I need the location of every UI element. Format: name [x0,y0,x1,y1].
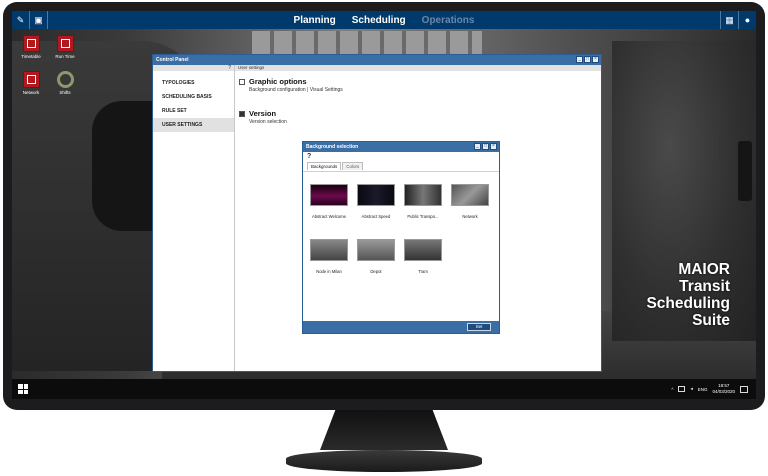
control-panel-title[interactable]: Control Panel [153,55,601,65]
dialog-window-controls: _ □ × [474,143,497,150]
chat-icon[interactable]: ▣ [30,11,48,29]
brand-line: Transit [679,278,730,295]
desktop-icon-timetable[interactable]: Timetable [16,35,46,59]
sidebar-item-scheduling-basis[interactable]: SCHEDULING BASIS [153,90,234,104]
thumbnail-node-in-milan[interactable]: Node in Milan [309,239,349,274]
section-version[interactable]: Version Version selection [239,109,287,125]
thumbnail-label: Network [462,214,478,219]
desktop-icon-label: Network [22,90,40,95]
thumbnail-label: Abstract Welcome [312,214,346,219]
sidebar-item-rule-set[interactable]: RULE SET [153,104,234,118]
background-traffic-light [738,141,752,201]
version-icon [239,111,245,117]
desktop-icon-shifts[interactable]: Shifts [50,71,80,95]
clock[interactable]: 18:57 04/03/2020 [712,383,735,395]
section-subtitle[interactable]: Version selection [249,119,287,125]
nav-scheduling[interactable]: Scheduling [352,15,406,26]
sidebar-item-user-settings[interactable]: USER SETTINGS [153,118,234,132]
thumbnail-image [404,239,442,261]
sidebar-item-typologies[interactable]: TYPOLOGIES [153,76,234,90]
graphic-options-icon [239,79,245,85]
taskbar: ^ ◂ ENG 18:57 04/03/2020 [12,379,756,399]
section-subtitle[interactable]: Background configuration | Visual Settin… [249,87,343,93]
maximize-button[interactable]: □ [482,143,489,150]
brand-line: Scheduling [646,295,730,312]
monitor-foot [286,450,482,472]
shifts-icon [56,71,74,88]
monitor-neck [320,410,448,450]
thumbnail-image [404,184,442,206]
nav-operations[interactable]: Operations [422,15,475,26]
thumbnail-abstract-welcome[interactable]: Abstract Welcome [309,184,349,219]
dialog-tabs: Backgrounds Colors [307,162,364,170]
top-bar-right: ▦ ● [720,11,756,29]
thumbnail-label: Node in Milan [316,269,342,274]
desktop-icon-label: Run Time [55,54,75,59]
desktop-icon-network[interactable]: Network [16,71,46,95]
thumbnail-image [310,184,348,206]
brand-title: MAIOR Transit Scheduling Suite [646,261,730,329]
nav-planning[interactable]: Planning [294,15,336,26]
monitor: ✎ ▣ Planning Scheduling Operations ▦ ● T… [0,0,768,476]
windows-start-icon[interactable] [18,384,28,394]
thumbnail-label: Depot [370,269,382,274]
help-icon[interactable]: ? [307,153,311,160]
timetable-icon [22,35,40,52]
grid-icon[interactable]: ▦ [720,11,738,29]
thumbnail-abstract-speed[interactable]: Abstract Speed [356,184,396,219]
dialog-title[interactable]: Background selection [303,142,499,152]
system-tray: ^ ◂ ENG 18:57 04/03/2020 [671,379,748,399]
thumbnail-image [310,239,348,261]
dialog-footer: Set [303,321,499,333]
section-title: Graphic options [249,77,307,86]
thumbnail-image [357,239,395,261]
thumbnail-depot[interactable]: Depot [356,239,396,274]
thumbnail-public-transport[interactable]: Public Transpo... [403,184,443,219]
close-button[interactable]: × [490,143,497,150]
close-button[interactable]: × [592,56,599,63]
desktop-icon-label: Shifts [59,90,71,95]
brand-line: Suite [692,312,730,329]
section-title: Version [249,109,277,118]
notification-icon[interactable] [740,385,748,393]
clock-date: 04/03/2020 [712,389,735,394]
background-selection-dialog: Background selection _ □ × ? Backgrounds… [302,141,500,334]
thumbnail-image [451,184,489,206]
user-icon[interactable]: ● [738,11,756,29]
thumbnail-tram[interactable]: Tram [403,239,443,274]
top-nav: Planning Scheduling Operations [12,11,756,29]
set-button[interactable]: Set [467,323,491,331]
screen: ✎ ▣ Planning Scheduling Operations ▦ ● T… [12,11,756,399]
thumbnail-label: Tram [418,269,428,274]
network-icon [22,71,40,88]
dialog-body: ? Backgrounds Colors Abstract Welcome Ab… [303,152,499,333]
section-graphic-options[interactable]: Graphic options Background configuration… [239,77,343,93]
desktop-icon-label: Timetable [21,54,41,59]
minimize-button[interactable]: _ [474,143,481,150]
run-time-icon [56,35,74,52]
main-header: User settings [235,65,601,71]
minimize-button[interactable]: _ [576,56,583,63]
desktop-icon-run-time[interactable]: Run Time [50,35,80,59]
window-controls: _ □ × [576,56,599,63]
volume-icon[interactable]: ◂ [690,386,692,392]
brand-line: MAIOR [678,261,730,278]
tab-backgrounds[interactable]: Backgrounds [307,162,342,170]
chevron-up-icon[interactable]: ^ [671,387,673,392]
control-panel-sidebar: ? TYPOLOGIES SCHEDULING BASIS RULE SET U… [153,65,235,371]
language-indicator[interactable]: ENG [698,387,708,392]
maximize-button[interactable]: □ [584,56,591,63]
pen-icon[interactable]: ✎ [12,11,30,29]
network-tray-icon[interactable] [678,386,686,392]
thumbnail-label: Public Transpo... [407,214,439,219]
thumbnail-label: Abstract Speed [361,214,391,219]
tab-divider [303,171,499,172]
thumbnail-network[interactable]: Network [450,184,490,219]
tab-colors[interactable]: Colors [342,162,364,170]
thumbnail-image [357,184,395,206]
top-bar: ✎ ▣ Planning Scheduling Operations ▦ ● [12,11,756,29]
